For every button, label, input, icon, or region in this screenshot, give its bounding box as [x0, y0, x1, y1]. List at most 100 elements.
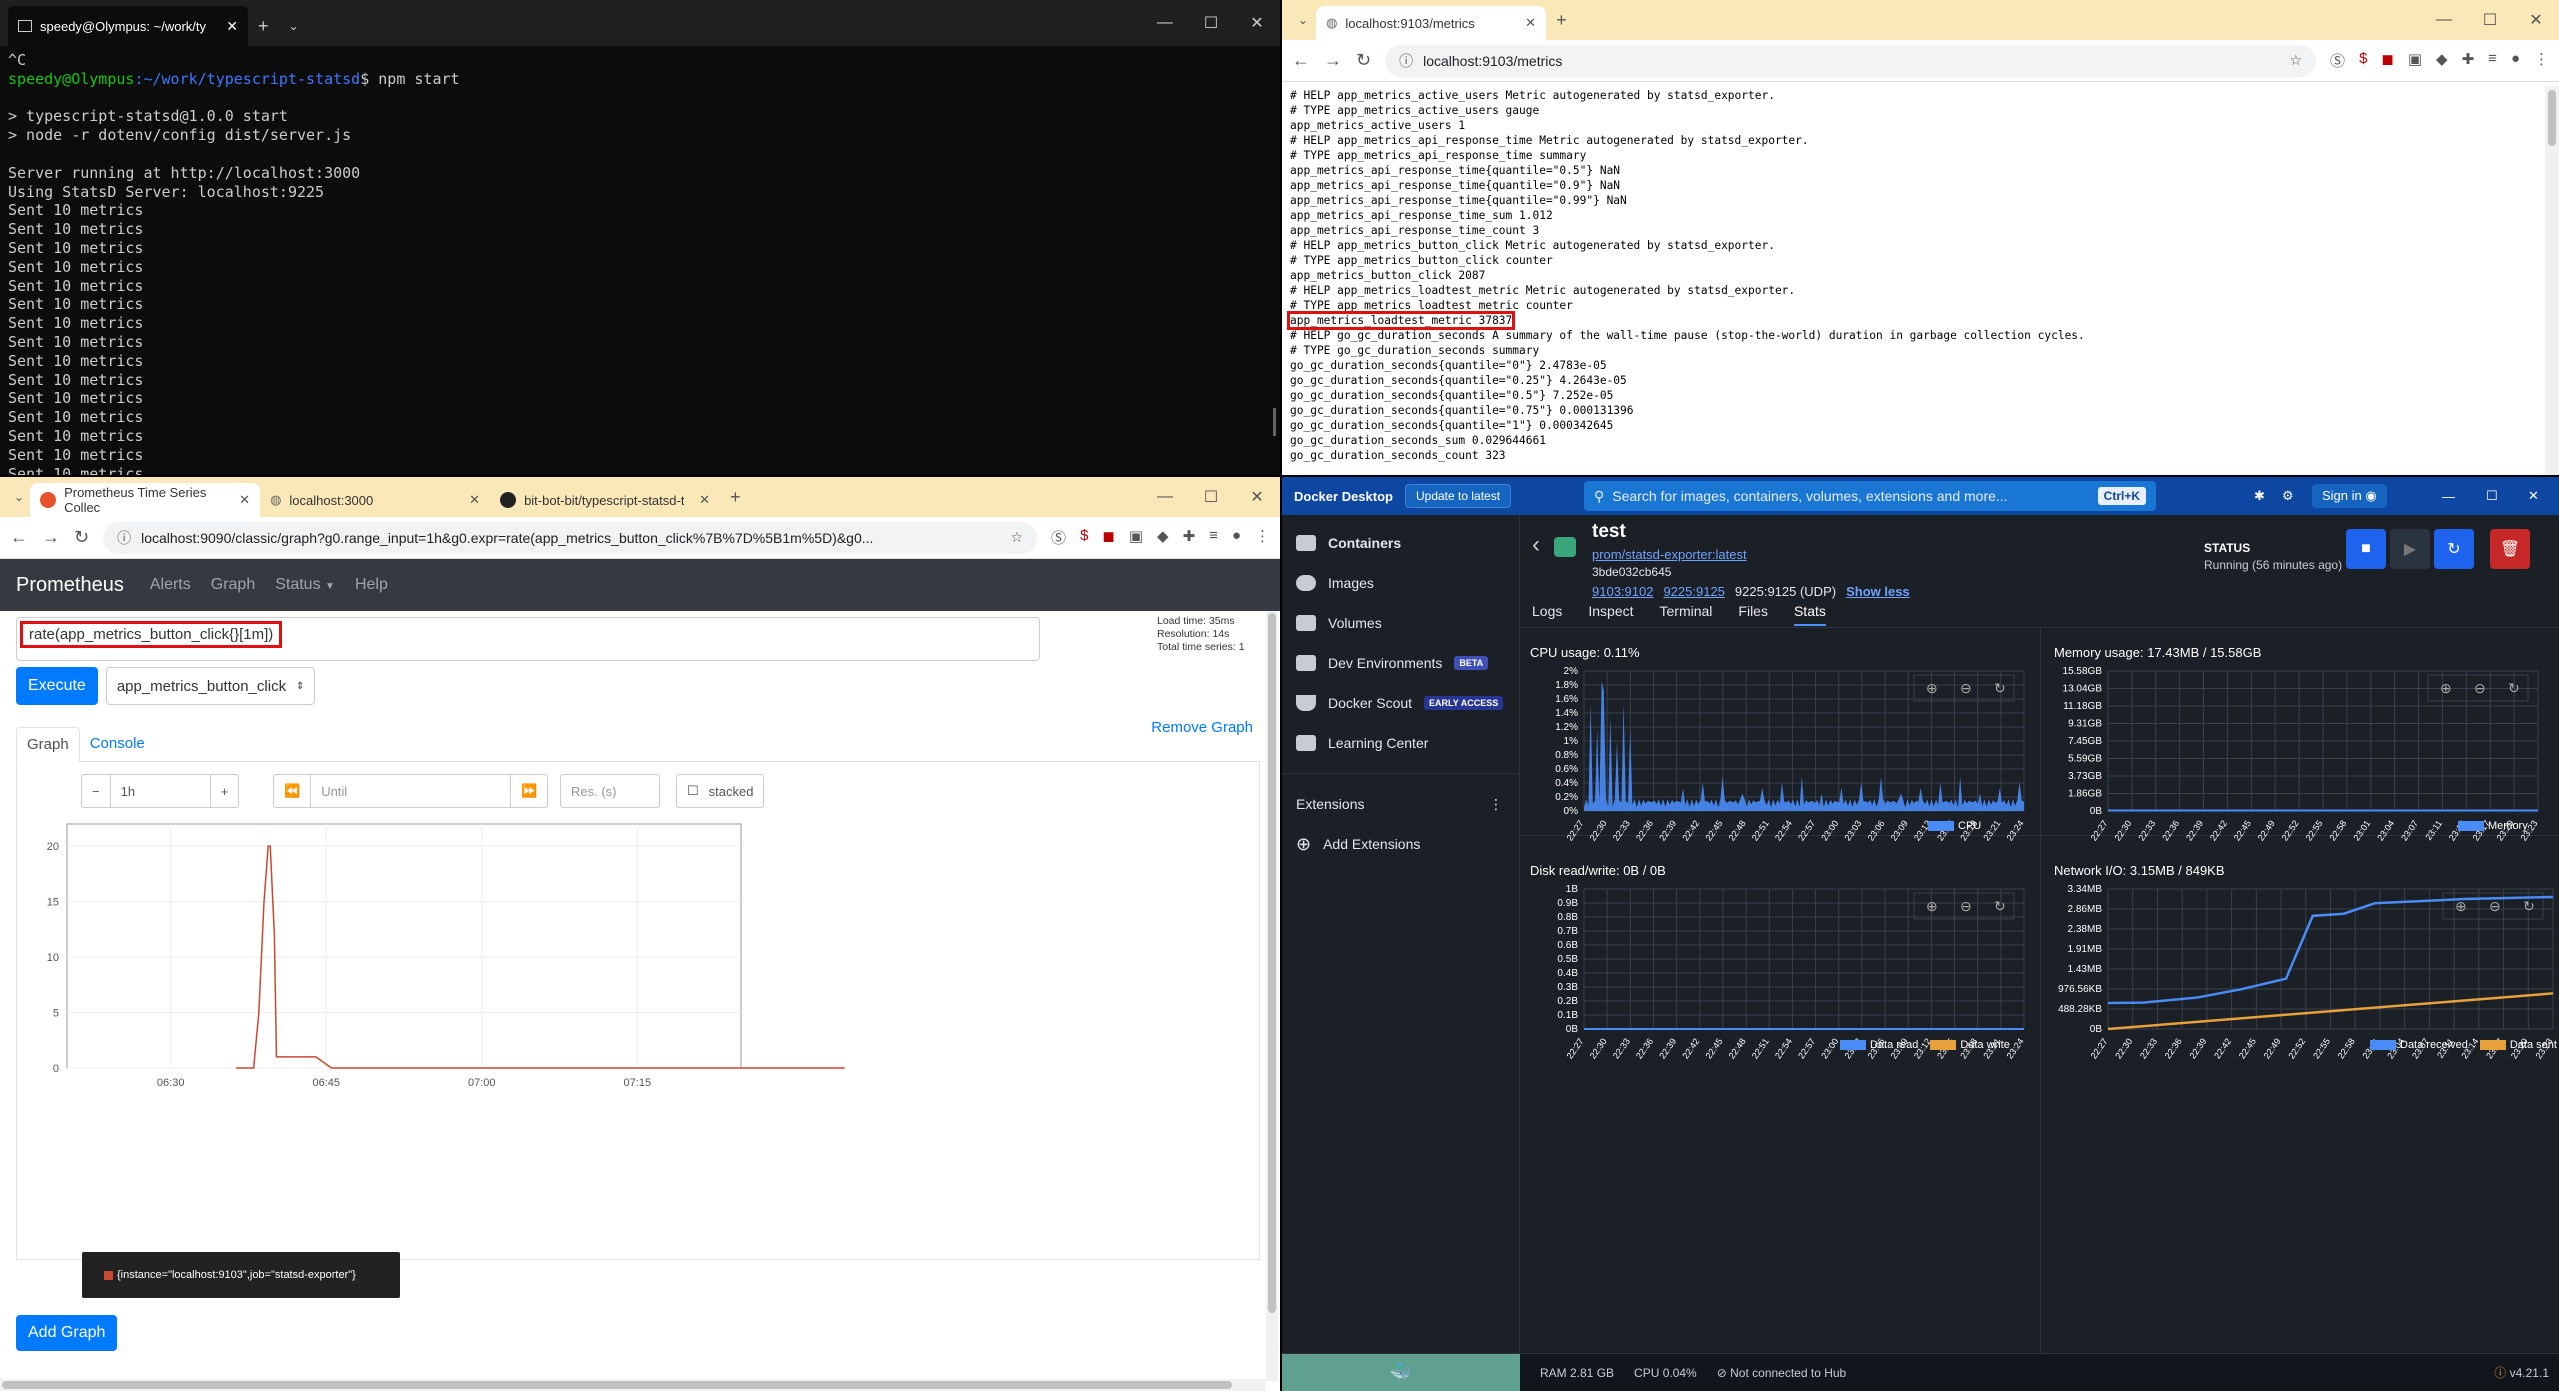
page-scrollbar[interactable] [1266, 611, 1278, 1381]
stacked-toggle[interactable]: ☐ stacked [676, 774, 765, 808]
reload-icon[interactable]: ↻ [1356, 50, 1371, 71]
scrollbar-thumb[interactable] [2, 1381, 1232, 1389]
sign-in-button[interactable]: Sign in ◉ [2312, 484, 2387, 508]
close-window-icon[interactable]: ✕ [2528, 488, 2539, 504]
prometheus-graph[interactable]: 0 5 10 15 20 06:30 06:45 07:00 07:15 [17, 820, 1261, 1260]
bookmark-star-icon[interactable]: ☆ [2289, 52, 2302, 69]
close-tab-icon[interactable]: ✕ [469, 492, 480, 508]
tab-console[interactable]: Console [80, 727, 155, 761]
tab-search-icon[interactable]: ⌄ [1290, 13, 1316, 27]
tab-stats[interactable]: Stats [1793, 603, 1826, 626]
nav-status[interactable]: Status ▼ [275, 576, 335, 594]
sidebar-item-containers[interactable]: Containers [1282, 523, 1519, 563]
range-input[interactable]: 1h [109, 775, 210, 807]
tab-strip-icon[interactable]: ≡ [2488, 50, 2497, 71]
metric-select[interactable]: app_metrics_button_click ⇕ [105, 667, 316, 705]
until-input[interactable]: Until [310, 775, 510, 807]
restart-button[interactable]: ↻ [2434, 529, 2474, 569]
bookmark-star-icon[interactable]: ☆ [1010, 529, 1023, 546]
scrollbar-thumb[interactable] [2548, 90, 2556, 146]
extension-icon[interactable]: ▣ [1129, 527, 1143, 548]
back-icon[interactable]: ← [10, 527, 28, 548]
tab-terminal[interactable]: Terminal [1660, 603, 1713, 626]
menu-icon[interactable]: ⋮ [1255, 527, 1270, 548]
extension-icon[interactable]: ◆ [2436, 50, 2448, 71]
more-options-icon[interactable]: ⋮ [1489, 796, 1503, 813]
docker-whale-icon[interactable]: 🐳 [1282, 1353, 1520, 1391]
remove-graph-link[interactable]: Remove Graph [1151, 719, 1253, 736]
minimize-icon[interactable]: — [1142, 0, 1188, 46]
back-icon[interactable]: ← [1292, 50, 1310, 71]
avatar[interactable]: ● [2511, 50, 2520, 71]
version[interactable]: ⓘ v4.21.1 [2494, 1364, 2549, 1381]
image-link[interactable]: prom/statsd-exporter:latest [1592, 547, 1747, 562]
tab-inspect[interactable]: Inspect [1588, 603, 1633, 626]
sidebar-item-images[interactable]: Images [1282, 563, 1519, 603]
extension-icon[interactable]: $ [2359, 50, 2367, 71]
sidebar-item-dev-environments[interactable]: Dev Environments BETA [1282, 643, 1519, 683]
back-arrow-icon[interactable]: ‹ [1532, 531, 1540, 559]
scrollbar[interactable] [2545, 86, 2559, 475]
extension-icon[interactable]: ◼ [1102, 527, 1114, 548]
terminal-scrollbar[interactable] [1273, 408, 1276, 436]
tab-metrics[interactable]: ◍ localhost:9103/metrics ✕ [1316, 6, 1547, 40]
container-id[interactable]: 3bde032cb645 [1592, 565, 1671, 579]
close-tab-icon[interactable]: ✕ [239, 492, 250, 508]
terminal-tab[interactable]: speedy@Olympus: ~/work/ty ✕ [8, 6, 248, 46]
graph-legend[interactable]: {instance="localhost:9103",job="statsd-e… [82, 1252, 400, 1298]
extension-icon[interactable]: ◼ [2381, 50, 2393, 71]
add-extensions-button[interactable]: ⊕ Add Extensions [1282, 824, 1519, 864]
nav-graph[interactable]: Graph [211, 576, 255, 594]
range-decrease-button[interactable]: − [82, 775, 110, 807]
show-less-link[interactable]: Show less [1846, 584, 1910, 599]
global-search[interactable]: ⚲ Search for images, containers, volumes… [1584, 481, 2156, 511]
tab-logs[interactable]: Logs [1532, 603, 1562, 626]
tab-strip-icon[interactable]: ≡ [1209, 527, 1218, 548]
tab-graph[interactable]: Graph [16, 727, 80, 762]
address-bar[interactable]: ⓘ localhost:9090/classic/graph?g0.range_… [103, 521, 1038, 554]
menu-icon[interactable]: ⋮ [2534, 50, 2549, 71]
horizontal-scrollbar[interactable] [0, 1379, 1266, 1391]
add-graph-button[interactable]: Add Graph [16, 1315, 118, 1351]
execute-button[interactable]: Execute [16, 667, 98, 705]
site-info-icon[interactable]: ⓘ [1399, 51, 1413, 71]
sidebar-item-learning-center[interactable]: Learning Center [1282, 723, 1519, 763]
extension-icon[interactable]: Ⓢ [2330, 50, 2345, 71]
maximize-icon[interactable]: ☐ [1188, 477, 1234, 517]
extension-icon[interactable]: $ [1080, 527, 1088, 548]
maximize-icon[interactable]: ☐ [2486, 488, 2498, 504]
avatar[interactable]: ● [1232, 527, 1241, 548]
address-bar[interactable]: ⓘ localhost:9103/metrics ☆ [1385, 44, 2317, 77]
extension-icon[interactable]: Ⓢ [1051, 527, 1066, 548]
chevron-down-icon[interactable]: ⌄ [279, 6, 309, 46]
puzzle-icon[interactable]: ✚ [1183, 527, 1196, 548]
port-link[interactable]: 9103:9102 [1592, 584, 1653, 599]
tab-search-icon[interactable]: ⌄ [8, 490, 30, 504]
gear-icon[interactable]: ⚙ [2282, 488, 2294, 504]
minimize-icon[interactable]: — [1142, 477, 1188, 517]
close-tab-icon[interactable]: ✕ [1525, 15, 1536, 31]
sidebar-item-docker-scout[interactable]: Docker Scout EARLY ACCESS [1282, 683, 1519, 723]
close-tab-icon[interactable]: ✕ [699, 492, 710, 508]
nav-help[interactable]: Help [355, 576, 388, 594]
minimize-icon[interactable]: — [2421, 0, 2467, 40]
close-window-icon[interactable]: ✕ [2513, 0, 2559, 40]
port-link[interactable]: 9225:9125 [1663, 584, 1724, 599]
range-increase-button[interactable]: + [209, 775, 239, 807]
nav-alerts[interactable]: Alerts [150, 576, 191, 594]
minimize-icon[interactable]: — [2442, 489, 2455, 504]
delete-button[interactable]: 🗑 [2490, 529, 2530, 569]
bug-icon[interactable]: ✱ [2254, 488, 2265, 504]
tab-files[interactable]: Files [1738, 603, 1768, 626]
tab-localhost-3000[interactable]: ◍ localhost:3000 ✕ [260, 483, 490, 517]
sidebar-item-volumes[interactable]: Volumes [1282, 603, 1519, 643]
update-button[interactable]: Update to latest [1404, 484, 1512, 508]
reload-icon[interactable]: ↻ [74, 527, 89, 548]
maximize-icon[interactable]: ☐ [2467, 0, 2513, 40]
forward-step-button[interactable]: ⏩ [510, 775, 547, 807]
maximize-icon[interactable]: ☐ [1188, 0, 1234, 46]
resolution-input[interactable]: Res. (s) [560, 774, 660, 808]
close-window-icon[interactable]: ✕ [1234, 477, 1280, 517]
expression-input[interactable]: rate(app_metrics_button_click{}[1m]) [16, 617, 1040, 661]
forward-icon[interactable]: → [42, 527, 60, 548]
